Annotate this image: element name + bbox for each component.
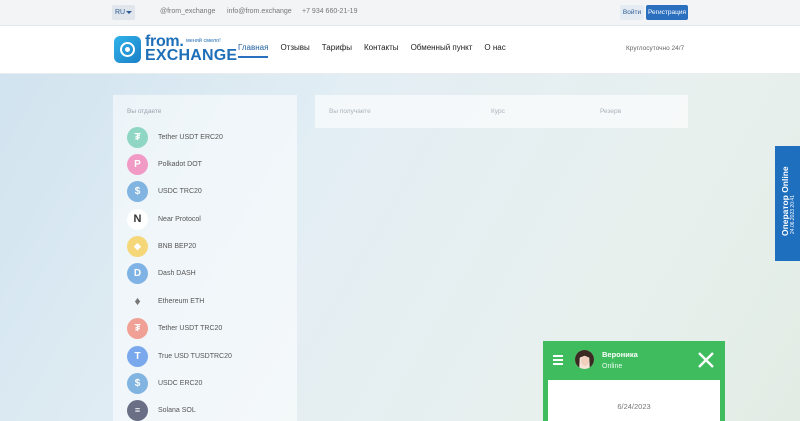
currency-label: USDC ERC20: [158, 380, 203, 387]
usdc-icon: $: [127, 181, 148, 202]
agent-name: Вероника: [602, 350, 638, 359]
currency-item[interactable]: T True USD TUSDTRC20: [127, 346, 293, 368]
currency-label: Dash DASH: [158, 270, 196, 277]
nav-about[interactable]: О нас: [484, 43, 505, 52]
nav-exchange-point[interactable]: Обменный пункт: [411, 43, 473, 52]
operator-label: Оператор Online: [780, 166, 790, 236]
chat-widget: Вероника Online 6/24/2023: [543, 341, 725, 421]
rate-column-header: Курс: [491, 108, 505, 115]
tether-icon: ₮: [127, 127, 148, 148]
currency-label: Polkadot DOT: [158, 161, 202, 168]
near-icon: N: [127, 209, 148, 230]
language-select[interactable]: RU: [112, 5, 135, 20]
avatar: [575, 350, 594, 369]
chat-date: 6/24/2023: [617, 402, 651, 411]
menu-icon[interactable]: [553, 355, 563, 367]
trueusd-icon: T: [127, 346, 148, 367]
receive-title: Вы получаете: [329, 108, 371, 115]
operator-online-tab[interactable]: Оператор Online 24.06.2023 20:41: [775, 146, 800, 261]
working-hours: Круглосуточно 24/7: [626, 45, 685, 52]
currency-item[interactable]: D Dash DASH: [127, 263, 293, 285]
currency-item[interactable]: ◆ BNB BEP20: [127, 236, 293, 258]
phone-link[interactable]: +7 934 660-21-19: [302, 8, 357, 15]
currency-label: Ethereum ETH: [158, 298, 205, 305]
email-link[interactable]: info@from.exchange: [227, 8, 292, 15]
language-value: RU: [115, 9, 126, 16]
give-title: Вы отдаете: [127, 108, 162, 115]
main-nav: Главная Отзывы Тарифы Контакты Обменный …: [238, 43, 518, 58]
currency-label: Tether USDT ERC20: [158, 134, 223, 141]
login-button[interactable]: Войти: [620, 5, 644, 20]
ethereum-icon: ♦: [134, 294, 141, 308]
give-currency-panel: Вы отдаете ₮ Tether USDT ERC20 P Polkado…: [113, 95, 297, 421]
chat-body: 6/24/2023: [548, 380, 720, 421]
top-bar: RU @from_exchange info@from.exchange +7 …: [0, 0, 800, 26]
header: from. меняй смело! EXCHANGE Главная Отзы…: [0, 26, 800, 74]
nav-tariffs[interactable]: Тарифы: [322, 43, 352, 52]
currency-item[interactable]: ♦ Ethereum ETH: [127, 291, 293, 313]
currency-item[interactable]: P Polkadot DOT: [127, 154, 293, 176]
currency-label: BNB BEP20: [158, 243, 197, 250]
register-button[interactable]: Регистрация: [646, 5, 688, 20]
currency-item[interactable]: $ USDC ERC20: [127, 373, 293, 395]
nav-contacts[interactable]: Контакты: [364, 43, 399, 52]
bnb-icon: ◆: [127, 236, 148, 257]
logo-tagline: меняй смело!: [186, 38, 221, 44]
receive-panel-header: Вы получаете Курс Резерв: [315, 95, 688, 128]
currency-item[interactable]: ₮ Tether USDT ERC20: [127, 127, 293, 149]
logo-exchange[interactable]: EXCHANGE: [145, 47, 237, 65]
logo-icon[interactable]: [114, 36, 141, 63]
chevron-down-icon: [126, 11, 132, 14]
reserve-column-header: Резерв: [600, 108, 622, 115]
close-icon[interactable]: [697, 351, 715, 369]
currency-item[interactable]: $ USDC TRC20: [127, 181, 293, 203]
agent-status: Online: [602, 363, 623, 370]
currency-label: Near Protocol: [158, 216, 201, 223]
currency-item[interactable]: ₮ Tether USDT TRC20: [127, 318, 293, 340]
nav-reviews[interactable]: Отзывы: [280, 43, 309, 52]
currency-label: True USD TUSDTRC20: [158, 353, 232, 360]
currency-label: USDC TRC20: [158, 188, 202, 195]
polkadot-icon: P: [127, 154, 148, 175]
nav-home[interactable]: Главная: [238, 43, 269, 58]
usdc-icon: $: [127, 373, 148, 394]
tether-icon: ₮: [127, 318, 148, 339]
telegram-link[interactable]: @from_exchange: [160, 8, 215, 15]
currency-label: Solana SOL: [158, 407, 196, 414]
currency-item[interactable]: N Near Protocol: [127, 209, 293, 231]
currency-label: Tether USDT TRC20: [158, 325, 223, 332]
solana-icon: ≡: [127, 400, 148, 421]
operator-datetime: 24.06.2023 20:41: [790, 195, 796, 234]
dash-icon: D: [127, 263, 148, 284]
currency-item[interactable]: ≡ Solana SOL: [127, 400, 293, 421]
